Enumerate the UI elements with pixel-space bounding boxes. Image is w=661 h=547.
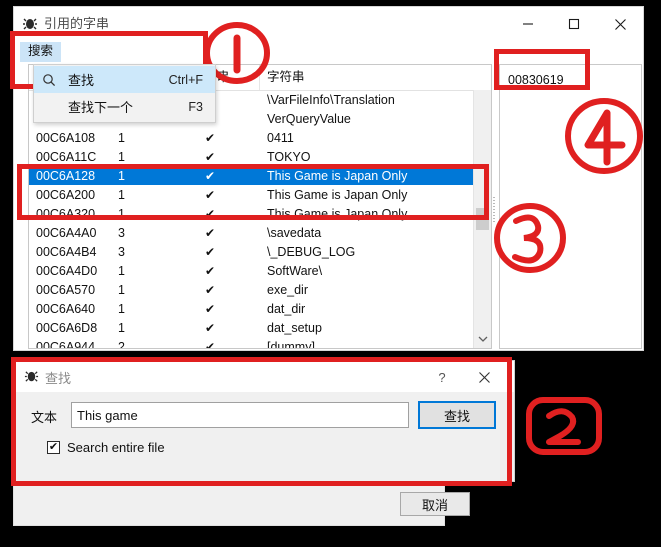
- cancel-button[interactable]: 取消: [400, 492, 470, 516]
- window-controls: [505, 7, 643, 41]
- cell-check-icon: ✔: [185, 264, 260, 278]
- cell-count: 1: [111, 131, 185, 145]
- table-row[interactable]: 00C6A1081✔0411: [29, 128, 491, 147]
- cell-count: 3: [111, 245, 185, 259]
- table-row[interactable]: 00C6A9442✔[dummy]: [29, 337, 491, 348]
- cell-string: TOKYO: [260, 150, 491, 164]
- menu-item-find[interactable]: 查找 Ctrl+F: [34, 66, 215, 93]
- dialog-bottom-bar: [13, 482, 445, 526]
- cell-string: \VarFileInfo\Translation: [260, 93, 491, 107]
- cell-check-icon: ✔: [185, 150, 260, 164]
- cell-check-icon: ✔: [185, 340, 260, 349]
- annotation-box-selected-rows: [17, 164, 489, 220]
- table-row[interactable]: 00C6A4A03✔\savedata: [29, 223, 491, 242]
- detail-pane[interactable]: 00830619: [499, 64, 642, 349]
- table-row[interactable]: 00C6A6401✔dat_dir: [29, 299, 491, 318]
- cell-count: 1: [111, 283, 185, 297]
- cell-check-icon: ✔: [185, 226, 260, 240]
- cell-check-icon: ✔: [185, 283, 260, 297]
- cell-string: \savedata: [260, 226, 491, 240]
- search-dropdown-menu[interactable]: 查找 Ctrl+F 查找下一个 F3: [33, 64, 216, 123]
- cell-count: 1: [111, 264, 185, 278]
- cell-count: 1: [111, 321, 185, 335]
- cell-count: 3: [111, 226, 185, 240]
- table-row[interactable]: 00C6A4B43✔\_DEBUG_LOG: [29, 242, 491, 261]
- cell-string: SoftWare\: [260, 264, 491, 278]
- cell-address: 00C6A4D0: [29, 264, 111, 278]
- table-row[interactable]: 00C6A6D81✔dat_setup: [29, 318, 491, 337]
- menu-item-find-next-label: 查找下一个: [64, 97, 133, 116]
- chevron-down-icon[interactable]: [474, 330, 491, 347]
- cell-count: 2: [111, 340, 185, 349]
- cell-count: 1: [111, 302, 185, 316]
- table-row[interactable]: 00C6A4D01✔SoftWare\: [29, 261, 491, 280]
- cell-check-icon: ✔: [185, 321, 260, 335]
- cell-address: 00C6A570: [29, 283, 111, 297]
- cell-address: 00C6A944: [29, 340, 111, 349]
- search-icon: [34, 73, 64, 87]
- cell-check-icon: ✔: [185, 131, 260, 145]
- annotation-box-find-dialog: [11, 357, 512, 486]
- cell-address: 00C6A6D8: [29, 321, 111, 335]
- maximize-icon[interactable]: [551, 7, 597, 41]
- cell-address: 00C6A11C: [29, 150, 111, 164]
- cell-string: exe_dir: [260, 283, 491, 297]
- cell-string: \_DEBUG_LOG: [260, 245, 491, 259]
- cell-string: dat_dir: [260, 302, 491, 316]
- cell-string: [dummy]: [260, 340, 491, 349]
- bug-icon: [22, 16, 38, 32]
- screenshot-root: 引用的字串 搜索 字符串 字符串: [0, 0, 661, 547]
- cell-address: 00C6A640: [29, 302, 111, 316]
- menu-item-find-accel: Ctrl+F: [169, 73, 203, 87]
- cell-address: 00C6A4B4: [29, 245, 111, 259]
- cell-address: 00C6A4A0: [29, 226, 111, 240]
- splitter-grip[interactable]: [493, 197, 495, 223]
- cell-string: VerQueryValue: [260, 112, 491, 126]
- cell-count: 1: [111, 150, 185, 164]
- cell-address: 00C6A108: [29, 131, 111, 145]
- minimize-icon[interactable]: [505, 7, 551, 41]
- cell-string: dat_setup: [260, 321, 491, 335]
- table-row[interactable]: 00C6A5701✔exe_dir: [29, 280, 491, 299]
- menu-item-find-next-accel: F3: [188, 100, 203, 114]
- cell-check-icon: ✔: [185, 302, 260, 316]
- column-header-string[interactable]: 字符串: [260, 65, 440, 90]
- cell-check-icon: ✔: [185, 245, 260, 259]
- close-icon[interactable]: [597, 7, 643, 41]
- cell-string: 0411: [260, 131, 491, 145]
- menu-item-find-label: 查找: [64, 70, 94, 89]
- annotation-box-detail-value: [494, 49, 590, 90]
- menu-item-find-next[interactable]: 查找下一个 F3: [34, 93, 215, 120]
